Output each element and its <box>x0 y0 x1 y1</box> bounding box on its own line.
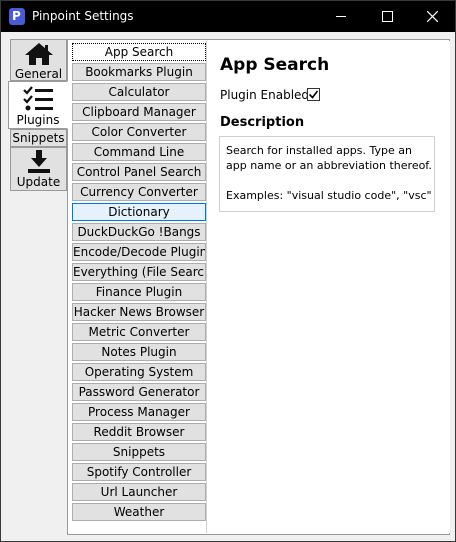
plugin-item-control-panel-search[interactable]: Control Panel Search <box>72 163 206 181</box>
plugin-item-notes[interactable]: Notes Plugin <box>72 343 206 361</box>
close-button[interactable] <box>409 1 455 32</box>
description-line: Search for installed apps. Type an <box>226 144 412 157</box>
plugin-item-calculator[interactable]: Calculator <box>72 83 206 101</box>
home-icon <box>25 43 53 65</box>
plugin-item-currency-converter[interactable]: Currency Converter <box>72 183 206 201</box>
checklist-icon <box>23 86 53 111</box>
settings-window: P Pinpoint Settings General Plugins Snip… <box>0 0 456 542</box>
plugin-item-url-launcher[interactable]: Url Launcher <box>72 483 206 501</box>
plugin-title: App Search <box>220 55 330 75</box>
maximize-button[interactable] <box>364 1 410 32</box>
tab-snippets-label: Snippets <box>12 131 65 145</box>
plugin-item-duckduckgo-bangs[interactable]: DuckDuckGo !Bangs <box>72 223 206 241</box>
close-icon <box>427 11 438 22</box>
plugin-item-hacker-news-browser[interactable]: Hacker News Browser <box>72 303 206 321</box>
tab-plugins[interactable]: Plugins <box>8 81 68 129</box>
description-heading: Description <box>220 115 305 130</box>
download-icon <box>28 150 50 173</box>
plugin-item-bookmarks[interactable]: Bookmarks Plugin <box>72 63 206 81</box>
tab-general-label: General <box>14 67 63 81</box>
window-title: Pinpoint Settings <box>32 9 134 23</box>
pinpoint-app-icon: P <box>9 8 25 25</box>
plugin-item-everything-file-search[interactable]: Everything (File Search) <box>72 263 206 281</box>
plugin-item-weather[interactable]: Weather <box>72 503 206 521</box>
tab-update-label: Update <box>16 175 61 189</box>
plugin-item-color-converter[interactable]: Color Converter <box>72 123 206 141</box>
plugin-enabled-checkbox[interactable] <box>307 88 320 101</box>
tab-update[interactable]: Update <box>10 147 67 191</box>
tab-snippets[interactable]: Snippets <box>10 129 67 147</box>
plugin-item-reddit-browser[interactable]: Reddit Browser <box>72 423 206 441</box>
plugin-item-password-generator[interactable]: Password Generator <box>72 383 206 401</box>
tab-general[interactable]: General <box>10 39 67 81</box>
description-line: app name or an abbreviation thereof. <box>226 159 432 172</box>
minimize-icon <box>336 16 346 17</box>
plugin-item-process-manager[interactable]: Process Manager <box>72 403 206 421</box>
title-bar[interactable]: P Pinpoint Settings <box>1 1 455 32</box>
maximize-icon <box>382 11 393 22</box>
tab-plugins-label: Plugins <box>16 113 60 127</box>
plugin-item-command-line[interactable]: Command Line <box>72 143 206 161</box>
plugin-item-operating-system[interactable]: Operating System <box>72 363 206 381</box>
description-line: Examples: "visual studio code", "vsc" <box>226 189 432 202</box>
description-line <box>226 173 428 188</box>
plugin-item-encode-decode[interactable]: Encode/Decode Plugin <box>72 243 206 261</box>
plugin-item-metric-converter[interactable]: Metric Converter <box>72 323 206 341</box>
app-icon-letter: P <box>12 9 21 23</box>
plugin-enabled-label: Plugin Enabled: <box>220 88 314 102</box>
plugin-item-finance[interactable]: Finance Plugin <box>72 283 206 301</box>
plugin-item-clipboard-manager[interactable]: Clipboard Manager <box>72 103 206 121</box>
plugin-item-snippets[interactable]: Snippets <box>72 443 206 461</box>
plugin-item-spotify-controller[interactable]: Spotify Controller <box>72 463 206 481</box>
plugin-item-dictionary[interactable]: Dictionary <box>72 203 206 221</box>
description-box: Search for installed apps. Type an app n… <box>219 136 435 212</box>
plugin-item-app-search[interactable]: App Search <box>72 43 206 61</box>
minimize-button[interactable] <box>318 1 364 32</box>
checkmark-icon <box>309 90 318 99</box>
